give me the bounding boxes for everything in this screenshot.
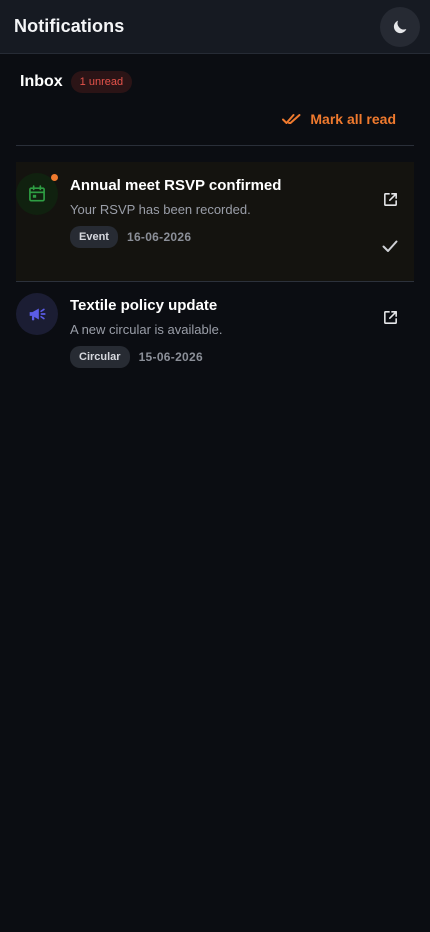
top-bar: Notifications bbox=[0, 0, 430, 54]
notification-body: A new circular is available. bbox=[70, 322, 223, 337]
unread-count-badge: 1 unread bbox=[70, 71, 133, 93]
page-title: Notifications bbox=[14, 16, 125, 36]
inbox-title: Inbox bbox=[20, 73, 63, 90]
notification-avatar bbox=[16, 173, 58, 215]
double-check-icon bbox=[282, 114, 301, 124]
check-icon bbox=[382, 240, 398, 252]
notification-body: Your RSVP has been recorded. bbox=[70, 202, 251, 217]
megaphone-icon bbox=[29, 308, 46, 321]
unread-dot bbox=[51, 174, 58, 181]
notification-title: Textile policy update bbox=[70, 297, 218, 314]
notification-date: 16-06-2026 bbox=[126, 230, 192, 244]
divider bbox=[16, 145, 414, 146]
external-link-icon bbox=[383, 192, 397, 206]
notification-date: 15-06-2026 bbox=[138, 350, 203, 364]
open-notification-button[interactable] bbox=[380, 189, 400, 209]
notification-meta: Circular 15-06-2026 bbox=[70, 346, 203, 368]
open-notification-button[interactable] bbox=[380, 307, 400, 327]
calendar-icon bbox=[29, 185, 45, 202]
inbox-header: Inbox 1 unread bbox=[20, 70, 133, 94]
notification-avatar bbox=[16, 293, 58, 335]
category-tag: Circular bbox=[70, 346, 130, 368]
notification-item[interactable]: Annual meet RSVP confirmed Your RSVP has… bbox=[16, 162, 414, 281]
moon-icon bbox=[393, 20, 407, 33]
notification-meta: Event 16-06-2026 bbox=[70, 226, 191, 248]
notifications-screen: Notifications Inbox 1 unread Mark all re… bbox=[0, 0, 430, 932]
notification-item[interactable]: Textile policy update A new circular is … bbox=[16, 282, 414, 382]
theme-toggle-button[interactable] bbox=[380, 6, 420, 47]
mark-all-read-button[interactable]: Mark all read bbox=[282, 108, 396, 130]
external-link-icon bbox=[383, 310, 397, 324]
notification-title: Annual meet RSVP confirmed bbox=[70, 177, 282, 194]
mark-read-button[interactable] bbox=[380, 236, 400, 256]
category-tag: Event bbox=[70, 226, 118, 248]
mark-all-read-label: Mark all read bbox=[310, 111, 396, 127]
